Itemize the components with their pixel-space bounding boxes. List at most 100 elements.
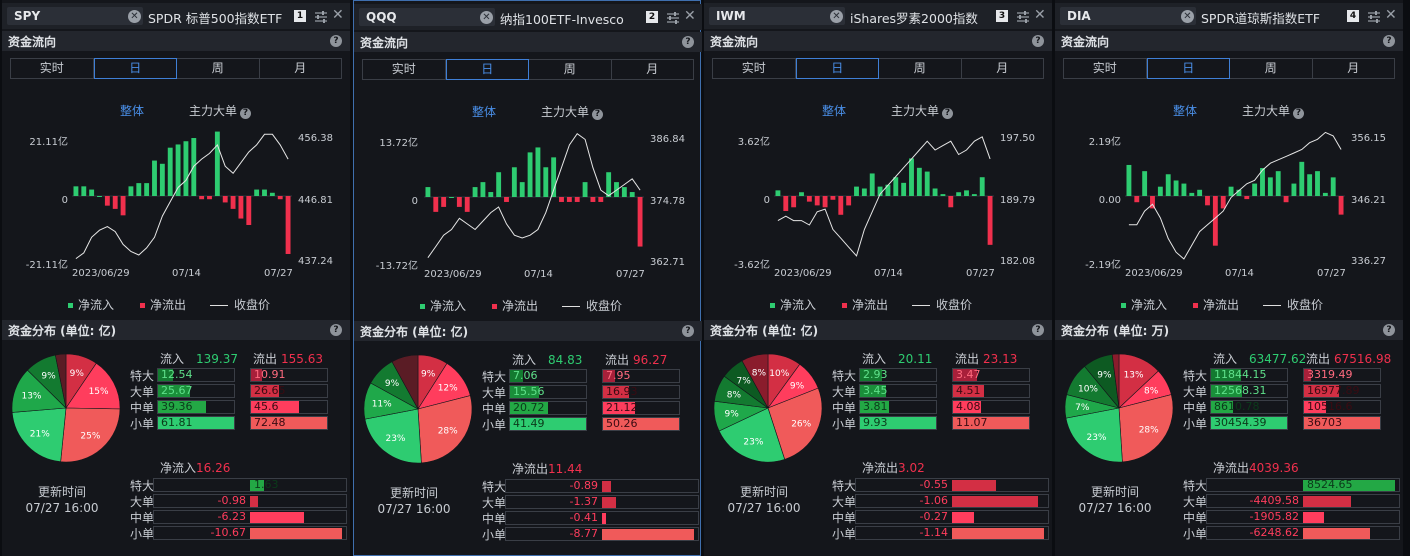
- flow-bar: [854, 186, 859, 196]
- panel-spy[interactable]: SPY ✕ SPDR 标普500指数ETF 1 ✕ 资金流向? 实时日周月整体 主力大单? 21…: [2, 0, 350, 556]
- ticker-input[interactable]: DIA ✕: [1060, 7, 1196, 25]
- settings-sliders-icon[interactable]: [314, 9, 328, 23]
- help-icon[interactable]: ?: [592, 109, 604, 120]
- ticker-input[interactable]: SPY ✕: [7, 7, 143, 25]
- panel-iwm[interactable]: IWM ✕ iShares罗素2000指数 3 ✕ 资金流向? 实时日周月整体 主力大单? 3.…: [704, 0, 1052, 556]
- y-left-tick: -3.62亿: [734, 260, 770, 271]
- size-label: 小单: [482, 418, 507, 432]
- legend-outflow-label: 净流出: [852, 298, 889, 312]
- clear-ticker-icon[interactable]: ✕: [1181, 10, 1194, 23]
- inflow-cell-value: 7.06: [513, 369, 538, 382]
- y-left-tick: 0: [411, 196, 418, 207]
- tab-period-1[interactable]: 日: [795, 58, 879, 79]
- net-flow-cell: -0.98: [153, 494, 347, 508]
- switch-overall[interactable]: 整体: [1173, 102, 1197, 119]
- tab-period-1[interactable]: 日: [93, 58, 177, 79]
- switch-overall[interactable]: 整体: [822, 102, 846, 119]
- settings-sliders-icon[interactable]: [666, 10, 680, 24]
- tab-period-2[interactable]: 周: [529, 60, 612, 79]
- flow-section-header: 资金流向?: [2, 31, 350, 51]
- tab-period-2[interactable]: 周: [177, 59, 260, 78]
- flow-bar: [1126, 164, 1132, 196]
- outflow-cell-value: 11.07: [956, 416, 988, 429]
- switch-overall[interactable]: 整体: [472, 103, 496, 120]
- net-flow-value: 8524.65: [1307, 478, 1353, 491]
- clear-ticker-icon[interactable]: ✕: [128, 10, 141, 23]
- pie-slice-label: 9%: [1097, 370, 1112, 380]
- settings-sliders-icon[interactable]: [1016, 9, 1030, 23]
- pie-slice-label: 8%: [752, 368, 767, 378]
- tab-period-0[interactable]: 实时: [713, 59, 796, 78]
- help-icon[interactable]: ?: [330, 35, 342, 47]
- net-flow-value: -0.27: [919, 510, 948, 523]
- tab-period-2[interactable]: 周: [1230, 59, 1313, 78]
- distribution-section-title: 资金分布 (单位: 亿): [8, 324, 117, 338]
- help-icon[interactable]: ?: [240, 108, 252, 119]
- inflow-cell-value: 61.81: [161, 416, 193, 429]
- panel-qqq[interactable]: QQQ ✕ 纳指100ETF-Invesco 2 ✕ 资金流向? 实时日周月整体 主力大单? 1…: [353, 0, 702, 556]
- ticker-input[interactable]: QQQ ✕: [359, 8, 495, 26]
- size-label: 大单: [1183, 385, 1208, 399]
- flow-bar: [81, 186, 87, 196]
- flow-bar: [932, 188, 938, 196]
- ticker-input[interactable]: IWM ✕: [709, 7, 845, 25]
- tab-period-3[interactable]: 月: [1313, 59, 1395, 78]
- inflow-cell: 20.72: [509, 401, 587, 415]
- update-time-label: 更新时间: [1090, 485, 1139, 499]
- settings-sliders-icon[interactable]: [1367, 9, 1381, 23]
- flow-bar: [956, 192, 962, 196]
- net-flow-cell: -0.55: [855, 478, 1049, 492]
- help-icon[interactable]: ?: [1032, 324, 1044, 336]
- help-icon[interactable]: ?: [330, 324, 342, 336]
- tab-period-3[interactable]: 月: [962, 59, 1044, 78]
- tab-period-1[interactable]: 日: [1146, 58, 1230, 79]
- switch-main-orders[interactable]: 主力大单?: [541, 103, 604, 120]
- distribution-pie: 9%12%28%23%11%9%: [363, 354, 473, 464]
- flow-bar: [948, 196, 954, 208]
- tab-period-1[interactable]: 日: [445, 59, 529, 80]
- tab-period-3[interactable]: 月: [260, 59, 342, 78]
- help-icon[interactable]: ?: [942, 108, 954, 119]
- clear-ticker-icon[interactable]: ✕: [830, 10, 843, 23]
- panel-dia[interactable]: DIA ✕ SPDR道琼斯指数ETF 4 ✕ 资金流向? 实时日周月整体 主力大单? 2.19亿…: [1055, 0, 1403, 556]
- size-label: 特大: [482, 370, 507, 384]
- x-tick: 2023/06/29: [1125, 268, 1183, 279]
- y-right-tick: 356.15: [1351, 133, 1386, 144]
- net-size-label: 特大: [482, 480, 507, 494]
- inflow-cell-value: 15.56: [513, 385, 545, 398]
- flow-bar: [1291, 183, 1297, 196]
- flow-bar: [238, 196, 244, 219]
- tab-period-0[interactable]: 实时: [11, 59, 94, 78]
- close-panel-icon[interactable]: ✕: [1385, 7, 1397, 23]
- size-label: 中单: [832, 401, 857, 415]
- switch-overall[interactable]: 整体: [120, 102, 144, 119]
- net-flow-label: 净流出: [1213, 461, 1250, 475]
- close-panel-icon[interactable]: ✕: [332, 7, 344, 23]
- period-tabs: 实时日周月: [1063, 58, 1395, 79]
- flow-bar: [1189, 192, 1195, 196]
- tab-period-2[interactable]: 周: [879, 59, 962, 78]
- legend-close: 收盘价: [210, 296, 270, 313]
- help-icon[interactable]: ?: [1383, 35, 1395, 47]
- tab-period-0[interactable]: 实时: [363, 60, 446, 79]
- flow-bar: [1228, 186, 1234, 196]
- help-icon[interactable]: ?: [682, 325, 694, 337]
- flow-bar: [285, 196, 291, 254]
- switch-main-orders[interactable]: 主力大单?: [189, 102, 252, 119]
- inflow-cell: 2.93: [859, 368, 937, 382]
- switch-main-orders[interactable]: 主力大单?: [891, 102, 954, 119]
- close-panel-icon[interactable]: ✕: [1034, 7, 1046, 23]
- close-panel-icon[interactable]: ✕: [684, 8, 696, 24]
- legend-outflow: 净流出: [1193, 296, 1239, 313]
- flow-bar: [893, 177, 899, 196]
- help-icon[interactable]: ?: [1293, 108, 1305, 119]
- net-flow-value: -1.37: [569, 495, 598, 508]
- help-icon[interactable]: ?: [1383, 324, 1395, 336]
- tab-period-3[interactable]: 月: [612, 60, 694, 79]
- tab-period-0[interactable]: 实时: [1064, 59, 1147, 78]
- switch-main-orders[interactable]: 主力大单?: [1242, 102, 1305, 119]
- help-icon[interactable]: ?: [682, 36, 694, 48]
- clear-ticker-icon[interactable]: ✕: [480, 11, 493, 24]
- help-icon[interactable]: ?: [1032, 35, 1044, 47]
- x-tick: 2023/06/29: [72, 268, 130, 279]
